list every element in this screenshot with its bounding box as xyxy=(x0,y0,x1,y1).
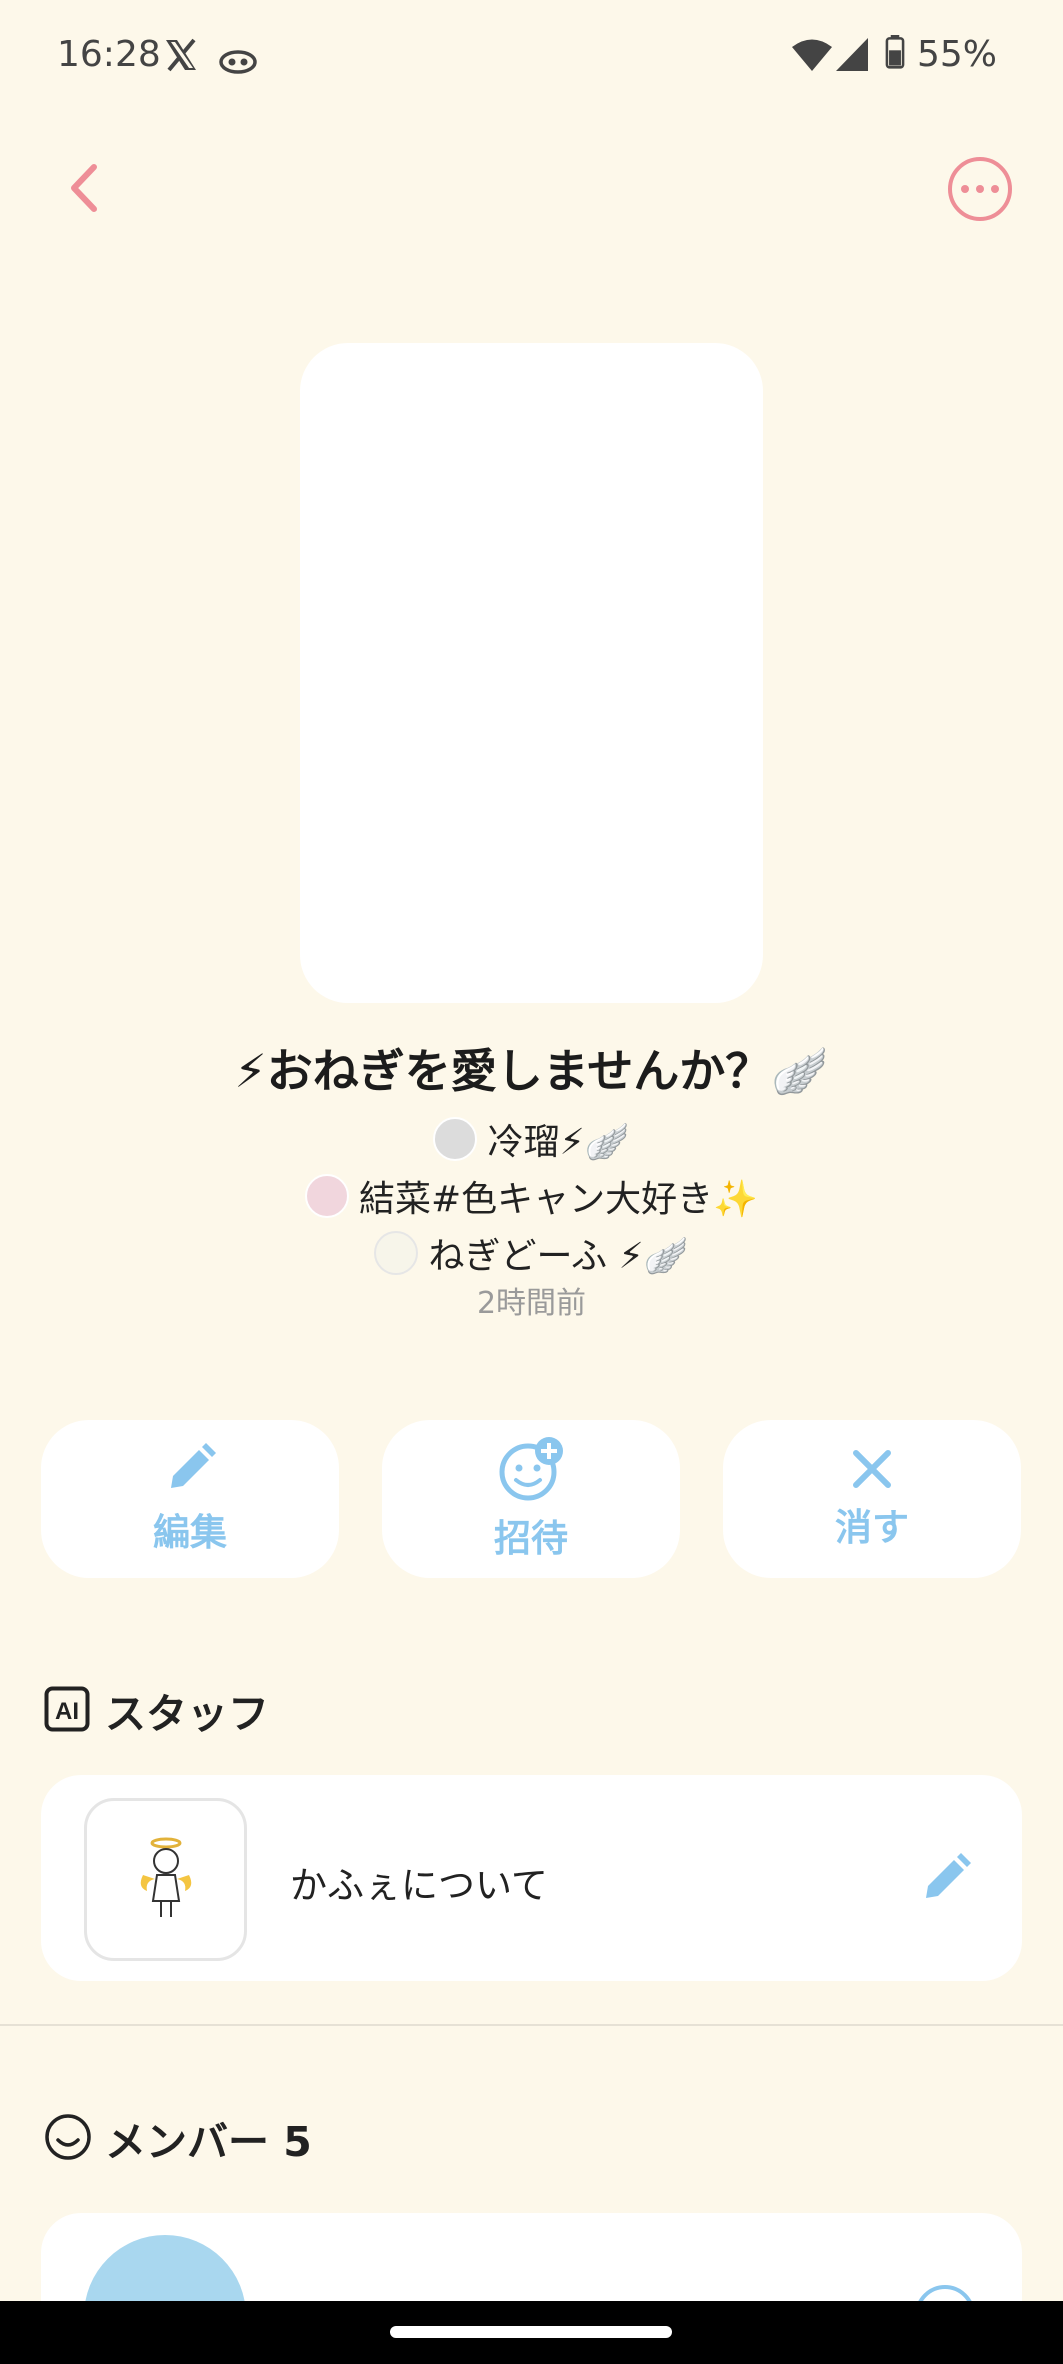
member-name: 冷瑠⚡🪽 xyxy=(487,1122,630,1163)
divider xyxy=(0,2024,1063,2026)
member-line[interactable]: ねぎどーふ ⚡🪽 xyxy=(0,1227,1063,1279)
x-logo-icon xyxy=(166,38,196,72)
chevron-left-icon xyxy=(70,163,97,212)
room-title: ⚡おねぎを愛しませんか？🪽 xyxy=(234,1044,829,1098)
back-button[interactable] xyxy=(55,155,110,220)
angel-avatar-icon xyxy=(140,1837,191,1917)
staff-section-title: スタッフ xyxy=(105,1690,269,1738)
pencil-icon xyxy=(171,1443,216,1488)
staff-name: かふぇについて xyxy=(290,1864,548,1907)
time-ago: 2時間前 xyxy=(476,1286,587,1321)
member-section-title: メンバー 5 xyxy=(105,2118,312,2166)
more-options-button[interactable] xyxy=(948,157,1012,221)
room-cover-image[interactable] xyxy=(300,343,763,1003)
member-name: 結菜#色キャン大好き✨ xyxy=(359,1179,758,1220)
battery-percent: 55% xyxy=(917,34,998,75)
close-icon xyxy=(853,1450,891,1488)
wifi-icon xyxy=(792,39,832,71)
staff-avatar[interactable] xyxy=(84,1798,247,1961)
delete-label: 消す xyxy=(835,1506,909,1549)
signal-icon xyxy=(836,38,868,71)
invite-button[interactable]: 招待 xyxy=(382,1420,680,1578)
more-horizontal-icon xyxy=(961,185,969,193)
smile-icon xyxy=(45,2114,91,2160)
pencil-icon xyxy=(926,1853,971,1898)
edit-label: 編集 xyxy=(153,1511,227,1554)
home-handle[interactable] xyxy=(390,2326,672,2338)
edit-button[interactable]: 編集 xyxy=(41,1420,339,1578)
avatar xyxy=(305,1174,349,1218)
avatar xyxy=(374,1231,419,1275)
delete-button[interactable]: 消す xyxy=(723,1420,1021,1578)
ai-badge-icon: AI xyxy=(44,1686,90,1732)
staff-edit-button[interactable] xyxy=(920,1850,974,1908)
member-line[interactable]: 冷瑠⚡🪽 xyxy=(0,1113,1063,1165)
eye-mask-icon xyxy=(219,50,257,74)
add-person-icon xyxy=(499,1437,563,1501)
avatar xyxy=(433,1117,478,1161)
svg-text:AI: AI xyxy=(55,1698,79,1725)
invite-label: 招待 xyxy=(494,1517,568,1560)
member-line[interactable]: 結菜#色キャン大好き✨ xyxy=(0,1170,1063,1222)
member-name: ねぎどーふ ⚡🪽 xyxy=(428,1236,689,1277)
battery-icon xyxy=(885,35,905,69)
status-time: 16:28 xyxy=(57,34,161,75)
